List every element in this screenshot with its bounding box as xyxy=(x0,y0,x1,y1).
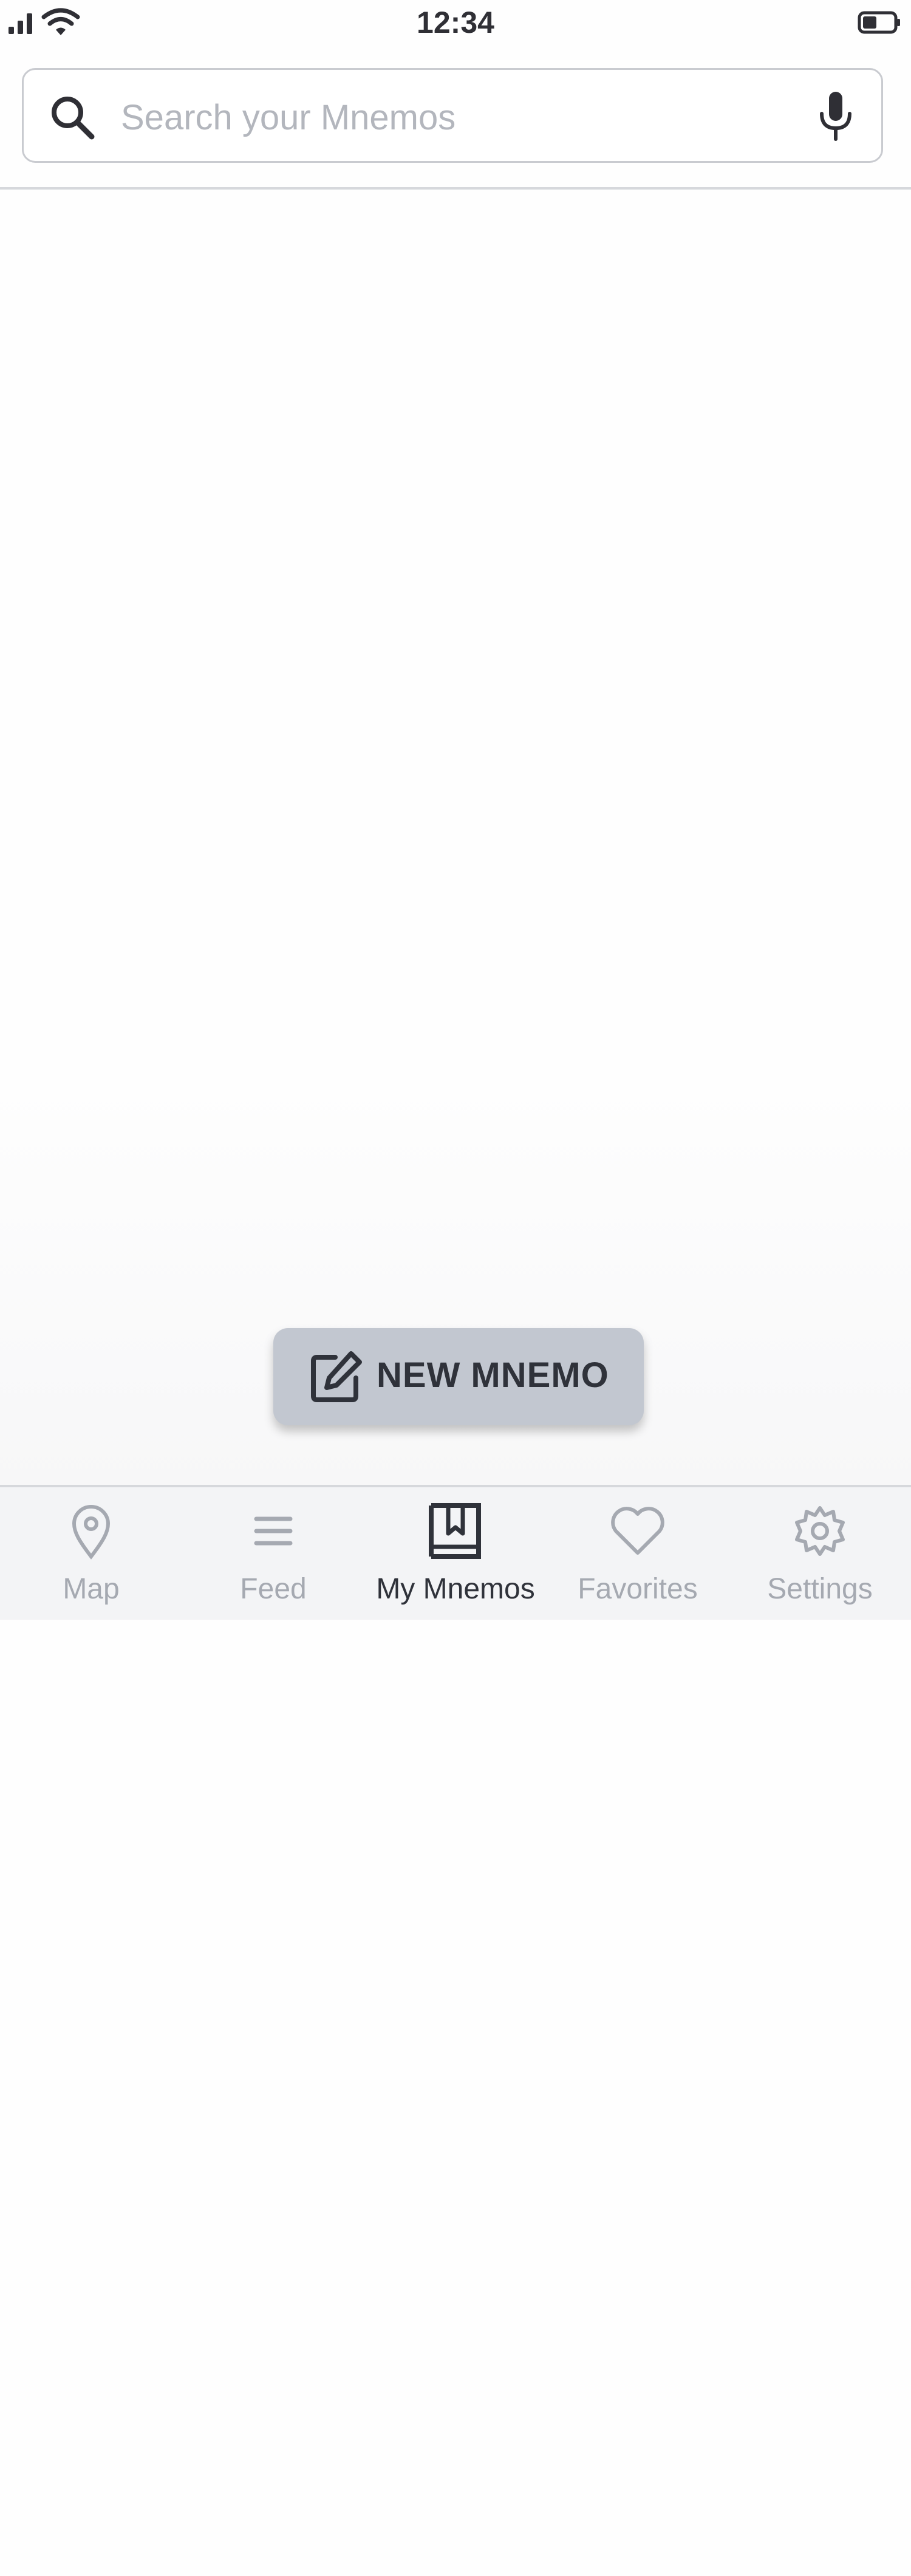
tab-my-mnemos[interactable]: My Mnemos xyxy=(364,1487,547,1620)
empty-background xyxy=(0,1620,911,2576)
edit-icon xyxy=(311,1351,362,1402)
app-screen: 12:34 NEW MNEMO xyxy=(0,0,911,2576)
new-mnemo-button[interactable]: NEW MNEMO xyxy=(273,1328,644,1425)
status-bar: 12:34 xyxy=(0,0,911,55)
battery-icon xyxy=(858,11,900,34)
tab-label-map: Map xyxy=(63,1573,120,1605)
new-mnemo-label: NEW MNEMO xyxy=(377,1355,609,1395)
map-pin-icon xyxy=(72,1505,111,1560)
search-input[interactable] xyxy=(121,94,789,140)
tab-favorites[interactable]: Favorites xyxy=(547,1487,729,1620)
mic-icon[interactable] xyxy=(814,88,857,143)
tab-label-favorites: Favorites xyxy=(578,1573,698,1605)
mnemos-list xyxy=(0,190,911,1485)
tab-bar: Map Feed My Mnemos Favorites Settings xyxy=(0,1485,911,1620)
search-icon xyxy=(52,97,95,140)
menu-lines-icon xyxy=(254,1516,293,1546)
tab-label-settings: Settings xyxy=(767,1573,873,1605)
tab-label-my-mnemos: My Mnemos xyxy=(376,1573,535,1605)
search-bar[interactable] xyxy=(22,68,883,163)
tab-settings[interactable]: Settings xyxy=(729,1487,911,1620)
tab-label-feed: Feed xyxy=(240,1573,307,1605)
tab-feed[interactable]: Feed xyxy=(182,1487,364,1620)
heart-icon xyxy=(611,1507,664,1555)
tab-map[interactable]: Map xyxy=(0,1487,182,1620)
bookmark-book-icon xyxy=(429,1503,481,1559)
status-time: 12:34 xyxy=(417,5,494,39)
gear-icon xyxy=(795,1506,845,1556)
